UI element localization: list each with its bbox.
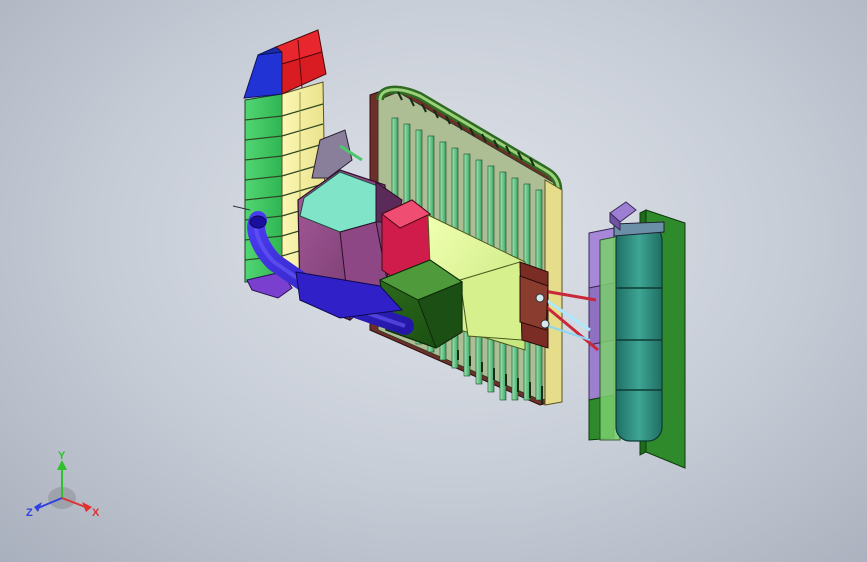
cad-viewport[interactable]: Y X Z — [0, 0, 867, 562]
cad-model-view[interactable] — [0, 0, 867, 562]
teal-cylinder-stack[interactable] — [613, 221, 665, 442]
z-axis-label: Z — [26, 507, 33, 519]
x-axis-label: X — [92, 507, 100, 519]
orientation-triad[interactable]: Y X Z — [24, 448, 104, 528]
y-axis-label: Y — [58, 450, 66, 462]
purple-blocks[interactable] — [588, 227, 621, 441]
